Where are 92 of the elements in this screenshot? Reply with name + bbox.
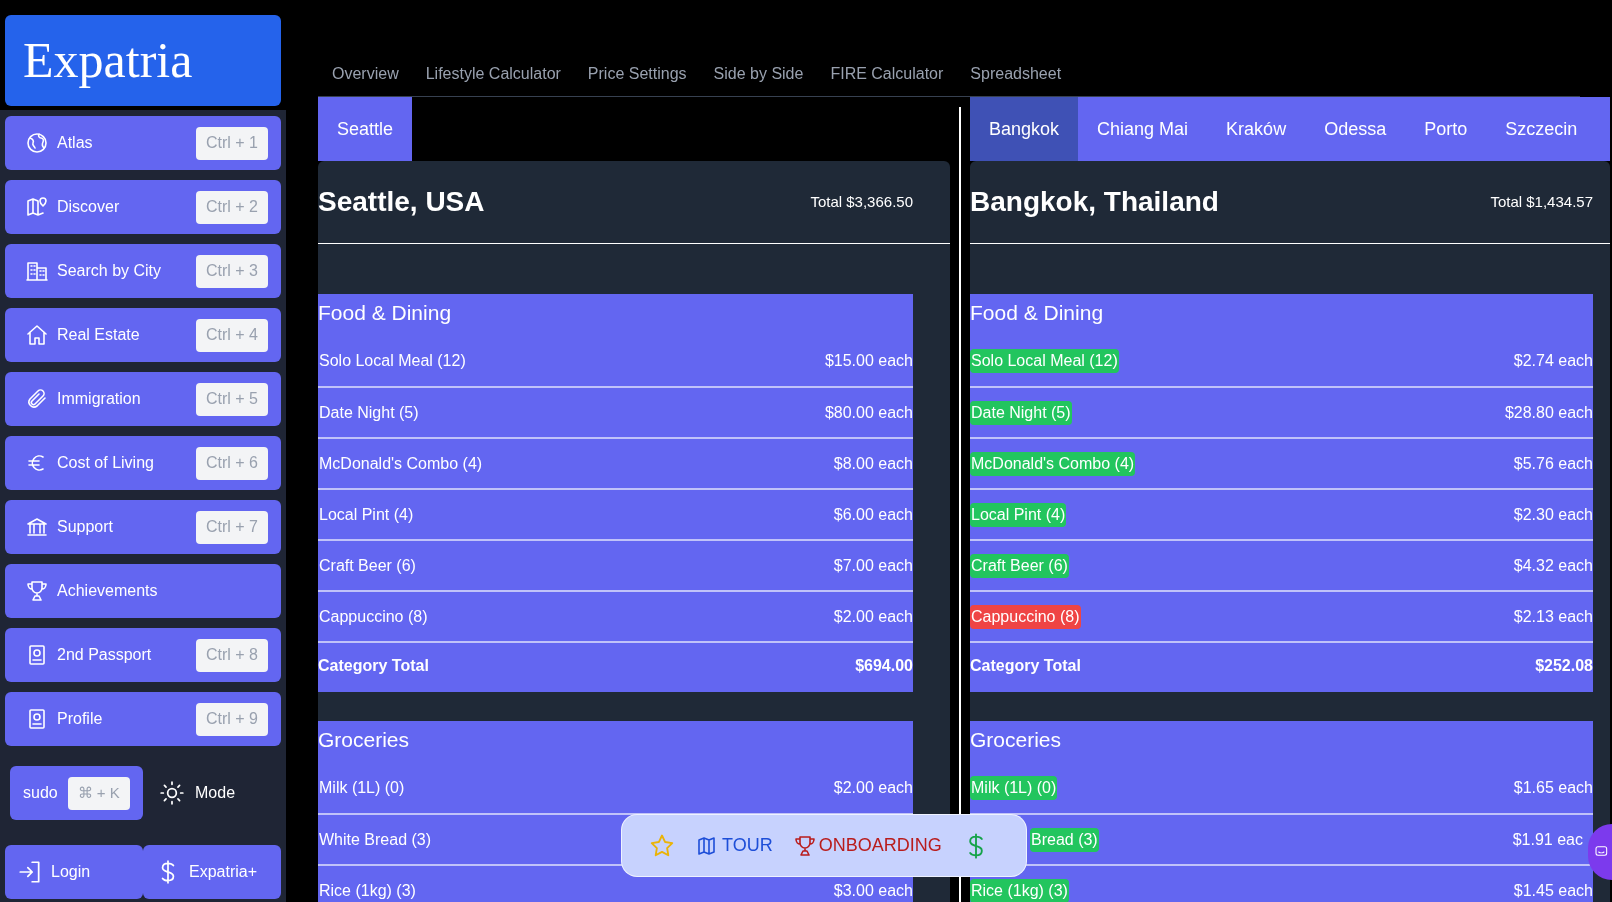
item-price: $2.13 each (1513, 606, 1593, 627)
item-label: Local Pint (4) (318, 504, 415, 525)
sidebar-item[interactable]: Support Ctrl + 7 (5, 500, 281, 554)
login-icon (17, 859, 43, 885)
item-price: $7.00 each (833, 555, 913, 576)
sidebar-item[interactable]: 2nd Passport Ctrl + 8 (5, 628, 281, 682)
shortcut-key: Ctrl + 8 (196, 638, 268, 672)
category-total: $252.08 (1535, 655, 1593, 676)
sidebar-item[interactable]: Cost of Living Ctrl + 6 (5, 436, 281, 490)
sidebar-item[interactable]: Real Estate Ctrl + 4 (5, 308, 281, 362)
shortcut-key: Ctrl + 3 (196, 254, 268, 288)
view-tab[interactable]: Price Settings (587, 62, 687, 86)
category-heading: Groceries (970, 727, 1063, 753)
account-button[interactable]: Login (5, 845, 143, 899)
item-label: Cappuccino (8) (318, 606, 429, 627)
shortcut-key: ⌘ + K (67, 776, 130, 810)
shortcut-key: Ctrl + 4 (196, 318, 268, 352)
item-label: Date Night (5) (970, 400, 1072, 425)
item-label: Cappuccino (8) (970, 604, 1081, 629)
sidebar-item[interactable]: Search by City Ctrl + 3 (5, 244, 281, 298)
category-heading: Groceries (318, 727, 411, 753)
city-tab[interactable]: Bangkok (970, 97, 1079, 161)
tour-button[interactable]: TOUR (696, 832, 773, 859)
sun-icon (159, 780, 185, 806)
item-label: Milk (1L) (0) (970, 775, 1058, 800)
category-heading: Food & Dining (970, 300, 1105, 326)
account-button[interactable]: Expatria+ (143, 845, 281, 899)
item-price: $4.32 each (1513, 555, 1593, 576)
item-price: $2.00 each (833, 777, 913, 798)
item-price: $3.00 each (833, 880, 913, 901)
item-label: Rice (1kg) (3) (318, 880, 417, 901)
sudo-button[interactable]: sudo ⌘ + K (10, 766, 143, 820)
item-label: Craft Beer (6) (318, 555, 417, 576)
view-tab[interactable]: Overview (332, 62, 399, 86)
item-price: $2.00 each (833, 606, 913, 627)
sidebar-item[interactable]: Achievements (5, 564, 281, 618)
view-tab[interactable]: Lifestyle Calculator (425, 62, 561, 86)
map-pin-icon (25, 195, 49, 219)
item-price: $15.00 each (824, 350, 913, 371)
category-total-label: Category Total (970, 655, 1081, 676)
shortcut-key: Ctrl + 9 (196, 702, 268, 736)
item-price: $5.76 each (1513, 453, 1593, 474)
category-total-label: Category Total (318, 655, 429, 676)
item-label: Milk (1L) (0) (318, 777, 406, 798)
shortcut-key: Ctrl + 1 (196, 126, 268, 160)
logo[interactable]: Expatria (5, 15, 281, 106)
sidebar-item[interactable]: Discover Ctrl + 2 (5, 180, 281, 234)
item-label: McDonald's Combo (4) (970, 451, 1136, 476)
item-price: $80.00 each (824, 402, 913, 423)
sidebar-item[interactable]: Profile Ctrl + 9 (5, 692, 281, 746)
paperclip-icon (25, 387, 49, 411)
item-price: $8.00 each (833, 453, 913, 474)
view-tab[interactable]: Spreadsheet (970, 62, 1062, 86)
shortcut-key: Ctrl + 2 (196, 190, 268, 224)
home-icon (25, 323, 49, 347)
item-price: $28.80 each (1504, 402, 1593, 423)
bank-icon (25, 515, 49, 539)
shortcut-key: Ctrl + 6 (196, 446, 268, 480)
item-price: $2.30 each (1513, 504, 1593, 525)
item-label: Local Pint (4) (970, 502, 1067, 527)
item-label: Date Night (5) (318, 402, 420, 423)
item-label: Craft Beer (6) (970, 553, 1069, 578)
trophy-icon (792, 833, 817, 858)
trophy-icon (25, 579, 49, 603)
item-price: $1.91 eac (1512, 829, 1583, 850)
sidebar-item[interactable]: Immigration Ctrl + 5 (5, 372, 281, 426)
item-price: $2.74 each (1513, 350, 1593, 371)
item-label: Solo Local Meal (12) (318, 350, 467, 371)
item-price: $1.65 each (1513, 777, 1593, 798)
item-label: White Bread (3) (318, 829, 433, 850)
view-tab[interactable]: FIRE Calculator (830, 62, 944, 86)
item-price: $1.45 each (1513, 880, 1593, 901)
item-label: McDonald's Combo (4) (318, 453, 484, 474)
city-total: Total $1,434.57 (1490, 191, 1593, 212)
item-label: Bread (3) (1030, 827, 1099, 852)
sidebar-item[interactable]: Atlas Ctrl + 1 (5, 116, 281, 170)
onboarding-button[interactable]: ONBOARDING (792, 832, 942, 859)
city-tab[interactable]: Seattle (318, 97, 413, 161)
shortcut-key: Ctrl + 5 (196, 382, 268, 416)
shortcut-key: Ctrl + 7 (196, 510, 268, 544)
item-label: Solo Local Meal (12) (970, 348, 1119, 373)
globe-icon (25, 131, 49, 155)
mode-button[interactable]: Mode (157, 780, 238, 806)
category-heading: Food & Dining (318, 300, 453, 326)
city-total: Total $3,366.50 (810, 191, 913, 212)
city-title: Bangkok, Thailand (970, 185, 1219, 219)
item-label: Rice (1kg) (3) (970, 878, 1069, 902)
city-title: Seattle, USA (318, 185, 485, 219)
view-tab[interactable]: Side by Side (713, 62, 804, 86)
item-price: $6.00 each (833, 504, 913, 525)
building-icon (25, 259, 49, 283)
category-total: $694.00 (855, 655, 913, 676)
